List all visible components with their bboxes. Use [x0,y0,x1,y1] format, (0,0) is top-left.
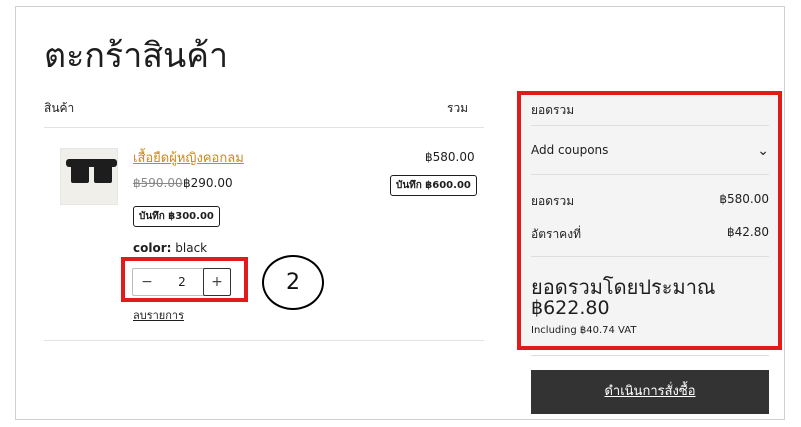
product-name-link[interactable]: เสื้อยืดผู้หญิงคอกลม [133,147,244,168]
shirt-image-left [66,159,94,183]
checkout-divider [531,355,769,356]
variation-color: color: black [133,241,207,255]
item-divider [44,340,484,341]
original-price: ฿590.00 [133,176,183,190]
color-value: black [175,241,208,255]
page-title: ตะกร้าสินค้า [44,36,229,76]
shirt-image-right [89,159,117,183]
column-header-product: สินค้า [44,101,75,115]
header-divider [44,127,484,128]
checkout-button[interactable]: ดำเนินการสั่งซื้อ [531,370,769,414]
line-savings-badge: บันทึก ฿600.00 [390,175,477,196]
totals-highlight-box [517,91,782,350]
color-label: color: [133,241,172,255]
remove-item-link[interactable]: ลบรายการ [133,306,184,324]
product-thumbnail[interactable] [60,148,118,205]
column-header-total: รวม [447,101,469,115]
item-savings-badge: บันทึก ฿300.00 [133,206,220,227]
sale-price: ฿290.00 [183,176,233,190]
annotation-number-badge: 2 [262,255,324,310]
line-total: ฿580.00 [425,150,475,164]
quantity-highlight-box [121,257,248,302]
